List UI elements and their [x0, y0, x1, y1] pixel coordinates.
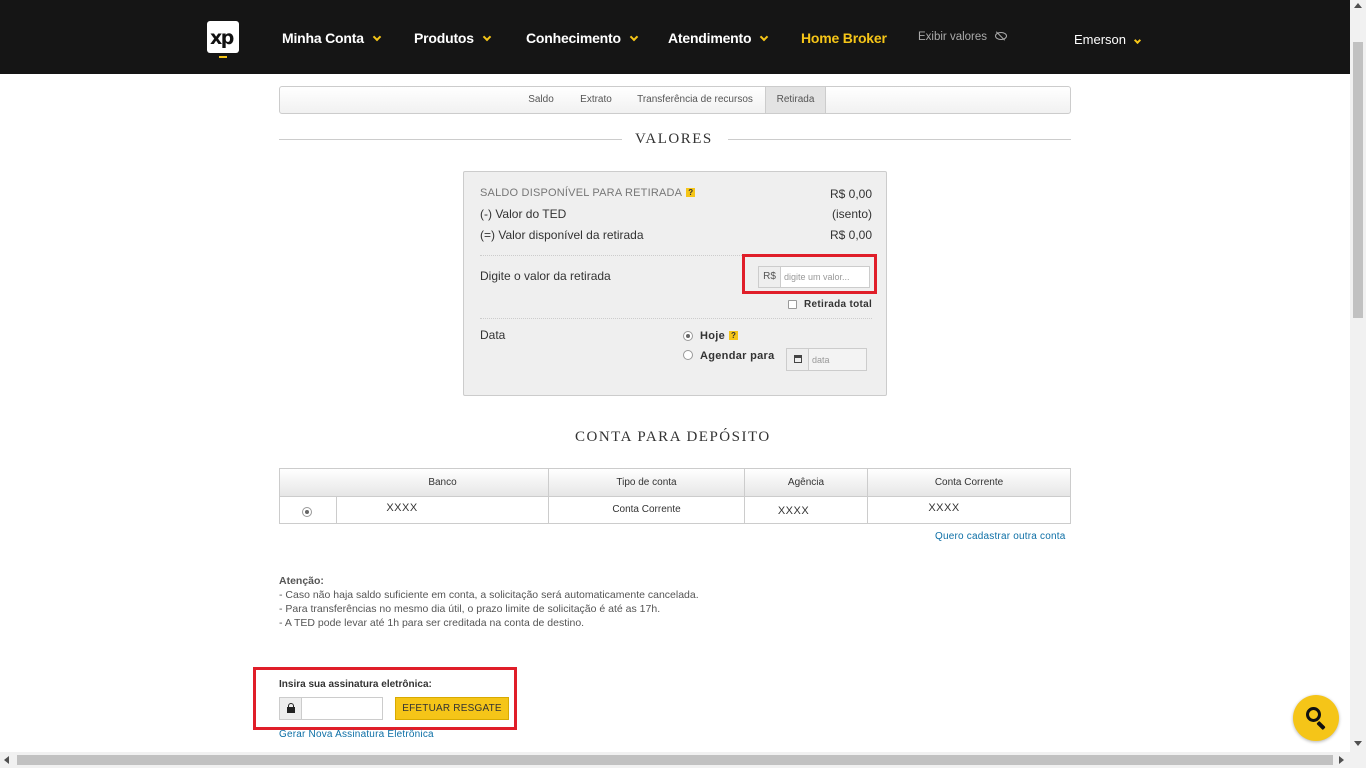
- exibir-valores-toggle[interactable]: Exibir valores: [918, 31, 1008, 43]
- logo-underline: [219, 56, 227, 58]
- atencao-line: - Para transferências no mesmo dia útil,…: [279, 603, 661, 615]
- ted-value: (isento): [831, 207, 872, 221]
- chevron-down-icon: [629, 32, 639, 42]
- assinatura-label: Insira sua assinatura eletrônica:: [279, 679, 432, 690]
- scroll-left-icon[interactable]: [4, 756, 9, 764]
- saldo-label: SALDO DISPONÍVEL PARA RETIRADA: [480, 187, 683, 199]
- currency-prefix: R$: [759, 267, 781, 287]
- vertical-scrollbar[interactable]: [1350, 0, 1366, 752]
- search-icon: [1306, 707, 1321, 722]
- efetuar-resgate-button[interactable]: EFETUAR RESGATE: [395, 697, 509, 720]
- assinatura-input[interactable]: [304, 699, 380, 718]
- account-subnav: Saldo Extrato Transferência de recursos …: [279, 86, 1071, 114]
- gerar-assinatura-link[interactable]: Gerar Nova Assinatura Eletrônica: [279, 729, 434, 740]
- calendar-icon[interactable]: [794, 355, 802, 363]
- atencao-title: Atenção:: [279, 575, 324, 587]
- date-prefix: [787, 349, 809, 370]
- radio-agendar[interactable]: [683, 350, 693, 360]
- tab-saldo[interactable]: Saldo: [520, 87, 562, 113]
- eye-off-icon: [995, 32, 1008, 40]
- scroll-thumb[interactable]: [17, 755, 1333, 765]
- xp-logo[interactable]: xp: [207, 21, 239, 53]
- td-tipo: Conta Corrente: [612, 504, 681, 515]
- th-banco: Banco: [428, 477, 457, 488]
- help-icon[interactable]: ?: [686, 188, 696, 197]
- horizontal-scrollbar[interactable]: [0, 752, 1366, 768]
- td-banco: XXXX: [386, 502, 418, 514]
- divider: [480, 318, 872, 319]
- top-navbar: xp Minha Conta Produtos Conhecimento Ate…: [0, 0, 1350, 74]
- data-label: Data: [480, 328, 506, 342]
- th-agencia: Agência: [787, 477, 825, 488]
- atencao-line: - A TED pode levar até 1h para ser credi…: [279, 617, 585, 629]
- td-conta: XXXX: [928, 502, 960, 514]
- chevron-down-icon: [372, 32, 382, 42]
- table-header: Banco Tipo de conta Agência Conta Corren…: [280, 469, 1070, 497]
- tab-transferencia[interactable]: Transferência de recursos: [630, 87, 760, 113]
- search-fab-button[interactable]: [1293, 695, 1339, 741]
- divider: [279, 139, 622, 140]
- th-tipo: Tipo de conta: [616, 477, 677, 488]
- ted-label: (-) Valor do TED: [480, 207, 567, 221]
- conta-select-radio[interactable]: [302, 507, 312, 517]
- radio-hoje[interactable]: [683, 331, 693, 341]
- chevron-down-icon: [482, 32, 492, 42]
- chevron-down-icon: [1133, 36, 1142, 45]
- retirada-total-label[interactable]: Retirada total: [804, 299, 872, 310]
- nav-conhecimento[interactable]: Conhecimento: [526, 30, 639, 46]
- lock-prefix: [280, 698, 302, 719]
- saldo-value: R$ 0,00: [829, 187, 872, 201]
- divider: [728, 139, 1071, 140]
- atencao-notice: Atenção: - Caso não haja saldo suficient…: [279, 574, 699, 630]
- lock-icon: [287, 703, 295, 713]
- disponivel-label: (=) Valor disponível da retirada: [480, 228, 644, 242]
- scroll-down-icon[interactable]: [1354, 741, 1362, 746]
- digite-valor-label: Digite o valor da retirada: [480, 269, 611, 283]
- help-icon[interactable]: ?: [729, 331, 739, 340]
- cadastrar-conta-link[interactable]: Quero cadastrar outra conta: [935, 531, 1065, 542]
- user-menu[interactable]: Emerson: [1074, 32, 1142, 47]
- hoje-label[interactable]: Hoje?: [700, 330, 739, 342]
- chevron-down-icon: [760, 32, 769, 42]
- disponivel-value: R$ 0,00: [829, 228, 872, 242]
- scroll-up-icon[interactable]: [1354, 3, 1362, 8]
- atencao-line: - Caso não haja saldo suficiente em cont…: [279, 589, 699, 601]
- nav-home-broker[interactable]: Home Broker: [801, 30, 887, 46]
- section-title-valores: VALORES: [635, 131, 713, 147]
- agendar-date-field: [786, 348, 867, 371]
- scroll-thumb[interactable]: [1353, 42, 1363, 318]
- retirada-total-checkbox[interactable]: [788, 300, 797, 309]
- nav-atendimento[interactable]: Atendimento: [668, 30, 769, 46]
- nav-minha-conta[interactable]: Minha Conta: [282, 30, 382, 46]
- scroll-right-icon[interactable]: [1339, 756, 1344, 764]
- agendar-label[interactable]: Agendar para: [700, 350, 775, 362]
- valor-retirada-field: R$: [758, 266, 870, 288]
- th-conta: Conta Corrente: [934, 477, 1004, 488]
- tab-retirada[interactable]: Retirada: [765, 87, 826, 113]
- conta-table: Banco Tipo de conta Agência Conta Corren…: [279, 468, 1071, 524]
- agendar-date-input[interactable]: [812, 351, 864, 368]
- nav-produtos[interactable]: Produtos: [414, 30, 492, 46]
- section-title-conta: CONTA PARA DEPÓSITO: [575, 429, 771, 445]
- tab-extrato[interactable]: Extrato: [572, 87, 620, 113]
- valor-retirada-input[interactable]: [784, 268, 868, 286]
- td-agencia: XXXX: [777, 505, 810, 517]
- assinatura-field: [279, 697, 383, 720]
